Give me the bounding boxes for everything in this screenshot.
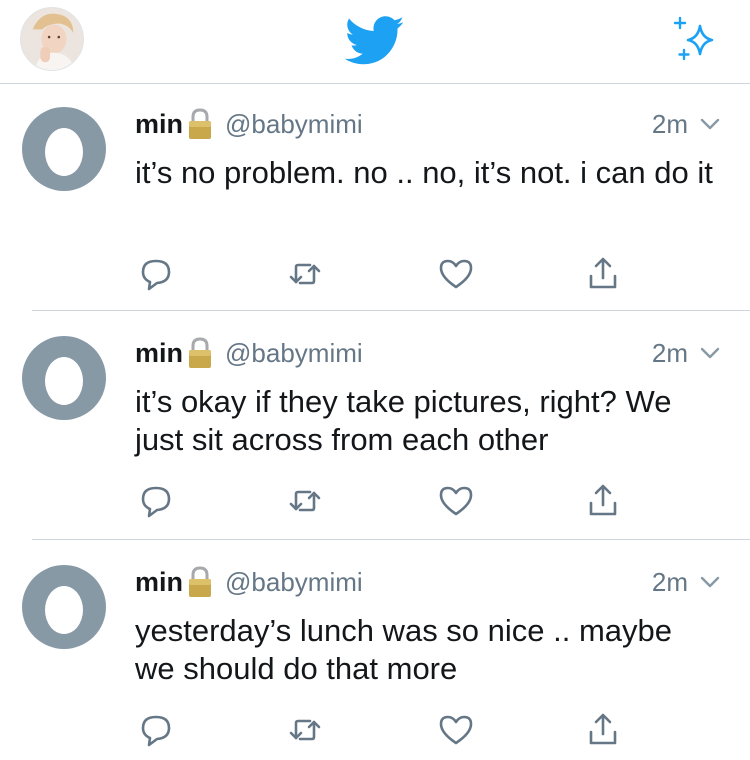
like-button[interactable] [436,710,476,750]
reply-button[interactable] [136,481,176,521]
lock-icon [189,566,212,597]
timestamp[interactable]: 2m [652,336,688,370]
timestamp[interactable]: 2m [652,107,688,141]
chevron-down-icon[interactable] [698,336,722,370]
profile-photo-icon [21,8,83,70]
reply-button[interactable] [136,254,176,294]
reply-button[interactable] [136,710,176,750]
display-name[interactable]: min [135,338,183,369]
top-bar [0,0,750,84]
avatar[interactable] [22,107,106,191]
username[interactable]: @babymimi [225,109,363,140]
username[interactable]: @babymimi [225,567,363,598]
retweet-button[interactable] [285,254,325,294]
reply-icon [141,259,171,291]
retweet-button[interactable] [285,710,325,750]
reply-icon [141,715,171,747]
share-icon [589,257,617,289]
chevron-down-icon[interactable] [698,107,722,141]
display-name[interactable]: min [135,109,183,140]
heart-icon [439,259,473,289]
avatar[interactable] [22,336,106,420]
egg-icon [45,128,83,176]
tweet-text: it’s okay if they take pictures, right? … [135,384,672,457]
like-button[interactable] [436,481,476,521]
timestamp[interactable]: 2m [652,565,688,599]
tweet-header: min @babymimi [135,336,363,370]
retweet-icon [289,263,321,285]
retweet-icon [289,719,321,741]
tweet-actions [0,254,750,294]
tweet-actions [0,710,750,750]
egg-icon [45,586,83,634]
share-icon [589,713,617,745]
heart-icon [439,486,473,516]
sparkle-icon[interactable] [670,14,722,64]
share-button[interactable] [583,481,623,521]
like-button[interactable] [436,254,476,294]
reply-icon [141,486,171,518]
tweet-header: min @babymimi [135,107,363,141]
retweet-button[interactable] [285,481,325,521]
twitter-bird-icon [345,16,404,65]
lock-icon [189,337,212,368]
tweet-text: yesterday’s lunch was so nice .. maybe w… [135,613,673,686]
display-name[interactable]: min [135,567,183,598]
divider [32,539,750,540]
share-button[interactable] [583,710,623,750]
profile-avatar[interactable] [20,7,84,71]
lock-icon [189,108,212,139]
heart-icon [439,715,473,745]
tweet-header: min @babymimi [135,565,363,599]
share-icon [589,484,617,516]
tweet-text: it’s no problem. no .. no, it’s not. i c… [135,155,713,190]
chevron-down-icon[interactable] [698,565,722,599]
avatar[interactable] [22,565,106,649]
egg-icon [45,357,83,405]
retweet-icon [289,490,321,512]
username[interactable]: @babymimi [225,338,363,369]
divider [32,310,750,311]
share-button[interactable] [583,254,623,294]
tweet-actions [0,481,750,521]
